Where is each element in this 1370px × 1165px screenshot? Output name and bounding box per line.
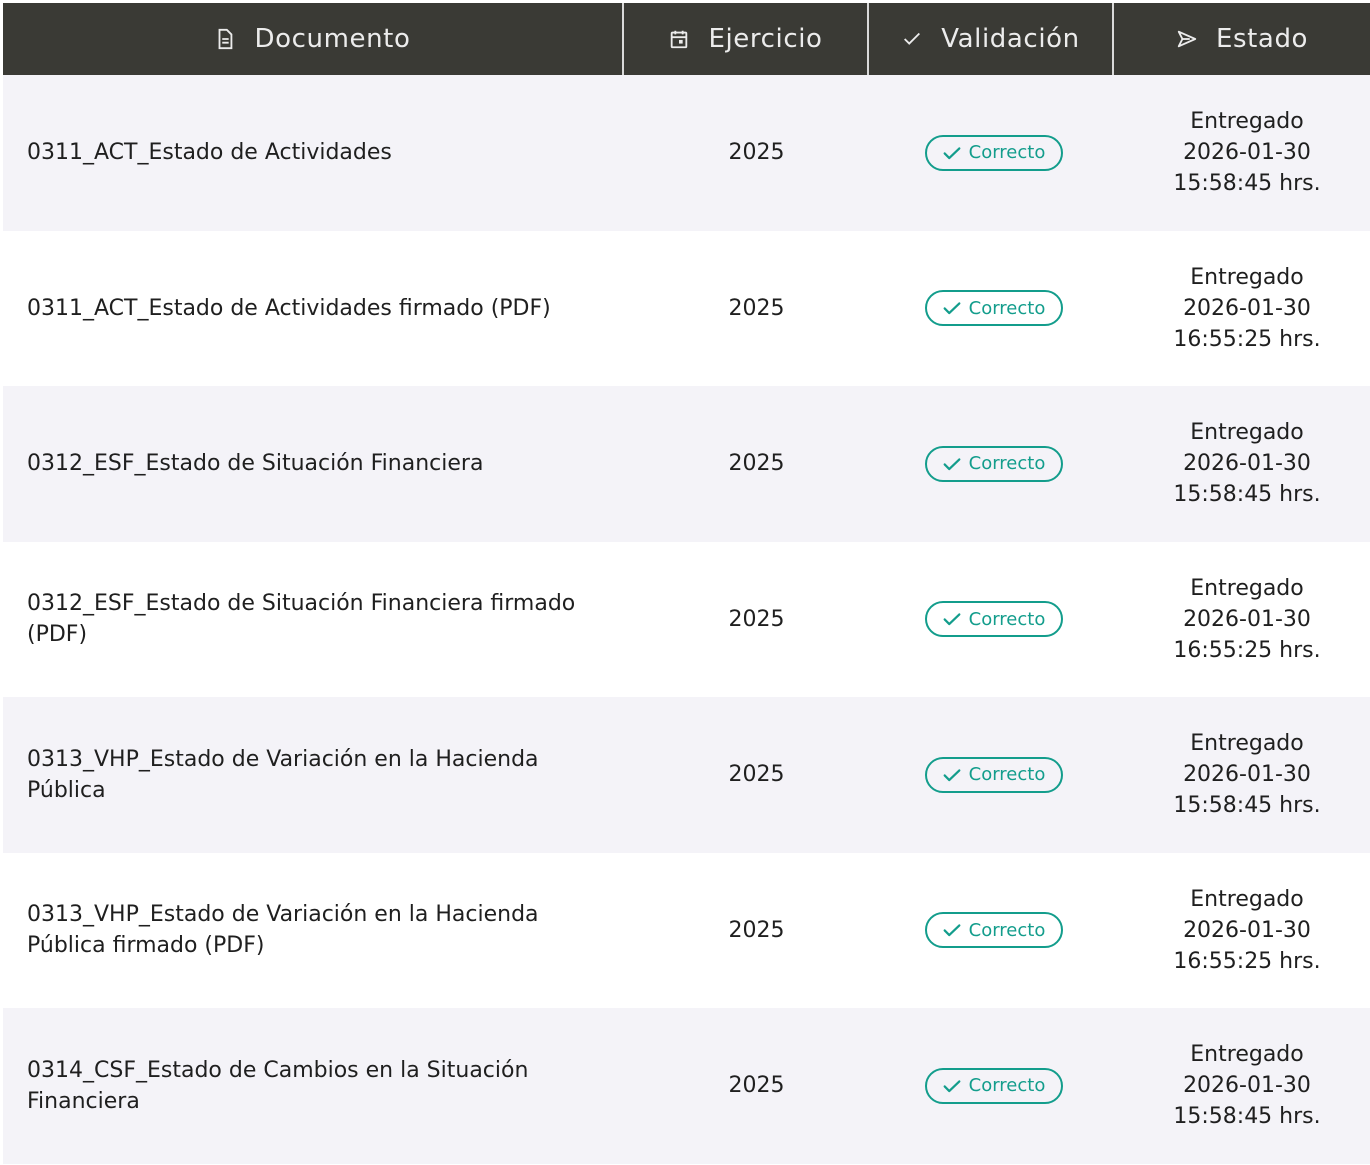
fiscal-year: 2025: [728, 762, 785, 788]
delivery-time: 15:58:45 hrs.: [1173, 171, 1321, 197]
column-header-documento[interactable]: Documento: [3, 3, 624, 75]
delivery-time: 16:55:25 hrs.: [1173, 948, 1321, 974]
fiscal-year: 2025: [728, 140, 785, 166]
delivery-time: 16:55:25 hrs.: [1173, 326, 1321, 352]
status-badge: Correcto: [924, 134, 1064, 171]
status-text: Entregado: [1190, 420, 1304, 446]
column-header-label: Estado: [1215, 24, 1309, 54]
check-icon: [941, 297, 963, 319]
check-icon: [941, 919, 963, 941]
document-name: 0312_ESF_Estado de Situación Financiera: [27, 451, 484, 477]
document-name: 0312_ESF_Estado de Situación Financiera …: [27, 591, 576, 648]
status-text: Entregado: [1190, 886, 1304, 912]
delivery-date: 2026-01-30: [1183, 140, 1311, 166]
status-badge: Correcto: [924, 1067, 1064, 1104]
validation-cell: Correcto: [869, 601, 1114, 638]
validation-cell: Correcto: [869, 134, 1114, 171]
table-row[interactable]: 0314_CSF_Estado de Cambios en la Situaci…: [3, 1008, 1370, 1164]
fiscal-year: 2025: [728, 451, 785, 477]
delivery-time: 15:58:45 hrs.: [1173, 793, 1321, 819]
column-header-validacion[interactable]: Validación: [869, 3, 1114, 75]
column-header-estado[interactable]: Estado: [1114, 3, 1370, 75]
table-row[interactable]: 0313_VHP_Estado de Variación en la Hacie…: [3, 697, 1370, 853]
delivery-date: 2026-01-30: [1183, 1073, 1311, 1099]
status-text: Entregado: [1190, 109, 1304, 135]
table-row[interactable]: 0313_VHP_Estado de Variación en la Hacie…: [3, 853, 1370, 1009]
check-icon: [941, 608, 963, 630]
delivery-date: 2026-01-30: [1183, 606, 1311, 632]
validation-cell: Correcto: [869, 756, 1114, 793]
status-badge-label: Correcto: [968, 453, 1046, 475]
document-name: 0314_CSF_Estado de Cambios en la Situaci…: [27, 1057, 529, 1114]
delivery-date: 2026-01-30: [1183, 451, 1311, 477]
column-header-ejercicio[interactable]: Ejercicio: [624, 3, 869, 75]
calendar-icon: [668, 28, 690, 50]
delivery-status: Entregado 2026-01-30 15:58:45 hrs.: [1114, 106, 1370, 199]
status-badge-label: Correcto: [968, 919, 1046, 941]
document-name: 0313_VHP_Estado de Variación en la Hacie…: [27, 746, 539, 803]
send-icon: [1176, 28, 1198, 50]
delivery-time: 15:58:45 hrs.: [1173, 1104, 1321, 1130]
documents-table: Documento Ejercicio Validación Estado 03…: [3, 3, 1370, 1164]
status-badge-label: Correcto: [968, 764, 1046, 786]
table-row[interactable]: 0311_ACT_Estado de Actividades 2025 Corr…: [3, 75, 1370, 231]
table-row[interactable]: 0312_ESF_Estado de Situación Financiera …: [3, 542, 1370, 698]
table-header: Documento Ejercicio Validación Estado: [3, 3, 1370, 75]
fiscal-year: 2025: [728, 295, 785, 321]
status-badge: Correcto: [924, 445, 1064, 482]
check-icon: [941, 764, 963, 786]
column-header-label: Validación: [941, 24, 1080, 54]
table-body: 0311_ACT_Estado de Actividades 2025 Corr…: [3, 75, 1370, 1164]
check-icon: [901, 28, 923, 50]
status-text: Entregado: [1190, 264, 1304, 290]
status-badge: Correcto: [924, 756, 1064, 793]
delivery-date: 2026-01-30: [1183, 762, 1311, 788]
status-text: Entregado: [1190, 731, 1304, 757]
validation-cell: Correcto: [869, 912, 1114, 949]
check-icon: [941, 1075, 963, 1097]
check-icon: [941, 142, 963, 164]
delivery-status: Entregado 2026-01-30 15:58:45 hrs.: [1114, 417, 1370, 510]
document-name: 0313_VHP_Estado de Variación en la Hacie…: [27, 902, 539, 959]
delivery-status: Entregado 2026-01-30 16:55:25 hrs.: [1114, 884, 1370, 977]
delivery-status: Entregado 2026-01-30 15:58:45 hrs.: [1114, 1039, 1370, 1132]
status-badge: Correcto: [924, 290, 1064, 327]
document-icon: [214, 28, 236, 50]
validation-cell: Correcto: [869, 1067, 1114, 1104]
delivery-time: 15:58:45 hrs.: [1173, 482, 1321, 508]
check-icon: [941, 453, 963, 475]
status-badge: Correcto: [924, 912, 1064, 949]
delivery-time: 16:55:25 hrs.: [1173, 637, 1321, 663]
table-row[interactable]: 0311_ACT_Estado de Actividades firmado (…: [3, 231, 1370, 387]
column-header-label: Documento: [254, 24, 411, 54]
fiscal-year: 2025: [728, 606, 785, 632]
fiscal-year: 2025: [728, 1073, 785, 1099]
status-text: Entregado: [1190, 575, 1304, 601]
validation-cell: Correcto: [869, 290, 1114, 327]
delivery-status: Entregado 2026-01-30 16:55:25 hrs.: [1114, 262, 1370, 355]
status-badge: Correcto: [924, 601, 1064, 638]
fiscal-year: 2025: [728, 917, 785, 943]
status-badge-label: Correcto: [968, 608, 1046, 630]
validation-cell: Correcto: [869, 445, 1114, 482]
status-badge-label: Correcto: [968, 142, 1046, 164]
delivery-date: 2026-01-30: [1183, 295, 1311, 321]
status-badge-label: Correcto: [968, 297, 1046, 319]
status-badge-label: Correcto: [968, 1075, 1046, 1097]
status-text: Entregado: [1190, 1042, 1304, 1068]
document-name: 0311_ACT_Estado de Actividades: [27, 140, 392, 166]
table-row[interactable]: 0312_ESF_Estado de Situación Financiera …: [3, 386, 1370, 542]
document-name: 0311_ACT_Estado de Actividades firmado (…: [27, 295, 551, 321]
delivery-status: Entregado 2026-01-30 16:55:25 hrs.: [1114, 573, 1370, 666]
delivery-date: 2026-01-30: [1183, 917, 1311, 943]
delivery-status: Entregado 2026-01-30 15:58:45 hrs.: [1114, 728, 1370, 821]
column-header-label: Ejercicio: [708, 24, 823, 54]
